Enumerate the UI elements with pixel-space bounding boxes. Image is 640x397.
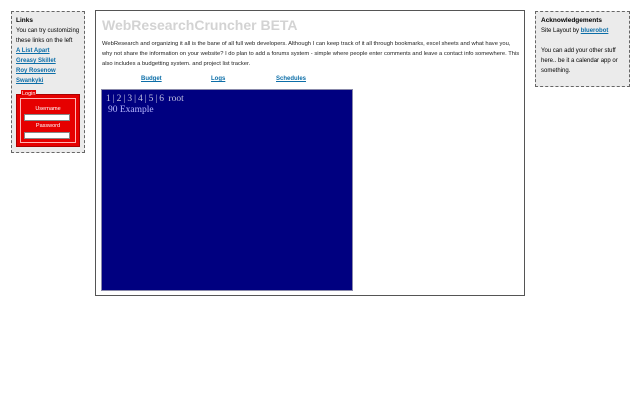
link-roy-rosenow[interactable]: Roy Rosenow bbox=[16, 66, 80, 76]
right-note: You can add your other stuff here.. be i… bbox=[541, 48, 618, 74]
credit-line: Site Layout by bluerobot bbox=[541, 26, 624, 36]
root-link[interactable]: root bbox=[168, 94, 183, 104]
username-input[interactable] bbox=[24, 114, 70, 121]
page-6[interactable]: 6 bbox=[159, 94, 164, 104]
links-heading: Links bbox=[16, 17, 33, 24]
intro-text: WebResearch and organizing it all is the… bbox=[102, 41, 520, 67]
schedules-link[interactable]: Schedules bbox=[276, 75, 306, 84]
link-greasy-skillet[interactable]: Greasy Skillet bbox=[16, 56, 80, 66]
login-box: Login Username Password bbox=[16, 90, 80, 147]
username-label: Username bbox=[35, 106, 61, 112]
page-3[interactable]: 3 bbox=[127, 94, 132, 104]
left-sidebar: Links You can try customizing these link… bbox=[11, 11, 85, 153]
password-label: Password bbox=[35, 123, 61, 129]
link-swankyki[interactable]: Swankyki bbox=[16, 76, 80, 86]
budget-link[interactable]: Budget bbox=[141, 75, 162, 84]
page-separator: | bbox=[123, 94, 126, 104]
page-5[interactable]: 5 bbox=[149, 94, 154, 104]
link-a-list-apart[interactable]: A List Apart bbox=[16, 46, 80, 56]
logs-link[interactable]: Logs bbox=[211, 75, 225, 84]
right-sidebar: Acknowledgements Site Layout by bluerobo… bbox=[535, 11, 630, 87]
password-input[interactable] bbox=[24, 132, 70, 139]
page-separator: | bbox=[134, 94, 136, 104]
login-legend: Login bbox=[21, 90, 37, 98]
bluerobot-link[interactable]: bluerobot bbox=[581, 28, 609, 34]
page-separator: | bbox=[112, 94, 115, 104]
content-panel: 1 | 2 | 3 | 4 | 5 | 6 root 90 Example bbox=[101, 89, 353, 291]
page-2[interactable]: 2 bbox=[117, 94, 122, 104]
page-title: WebResearchCruncher BETA bbox=[102, 17, 298, 33]
links-intro: You can try customizing these links on t… bbox=[16, 28, 80, 44]
acknowledgements-heading: Acknowledgements bbox=[541, 17, 603, 24]
page-4[interactable]: 4 bbox=[138, 94, 143, 104]
main-content: WebResearchCruncher BETA WebResearch and… bbox=[95, 10, 525, 296]
example-item[interactable]: 90 Example bbox=[108, 104, 154, 116]
credit-prefix: Site Layout by bbox=[541, 28, 580, 34]
page-separator: | bbox=[155, 94, 158, 104]
page-separator: | bbox=[144, 94, 147, 104]
page-1[interactable]: 1 bbox=[106, 94, 111, 104]
